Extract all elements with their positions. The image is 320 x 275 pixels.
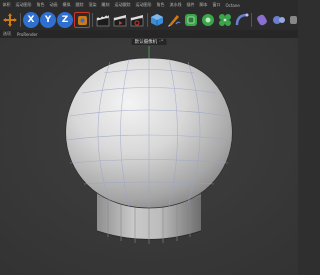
menu-item[interactable]: 运动跟踪 bbox=[112, 2, 133, 8]
z-axis-label: Z bbox=[61, 15, 69, 25]
viewport-menu-options[interactable]: 选项 bbox=[0, 31, 14, 37]
menu-item[interactable]: 角色 bbox=[34, 2, 47, 8]
menu-item[interactable]: 体积 bbox=[0, 2, 13, 8]
main-toolbar: X Y Z bbox=[0, 10, 298, 31]
viewport-canvas bbox=[0, 38, 298, 275]
menu-item[interactable]: 脚本 bbox=[197, 2, 210, 8]
render-picture-viewer-icon[interactable] bbox=[112, 12, 128, 28]
scene-icon[interactable] bbox=[254, 12, 270, 28]
camera-icon[interactable] bbox=[271, 12, 287, 28]
toolbar-separator bbox=[147, 13, 148, 27]
mograph-icon[interactable] bbox=[217, 12, 233, 28]
menu-item[interactable]: 运动图形 bbox=[133, 2, 154, 8]
menu-item[interactable]: 角色 bbox=[154, 2, 167, 8]
x-axis-icon[interactable]: X bbox=[23, 12, 39, 28]
y-axis-label: Y bbox=[44, 15, 52, 25]
move-icon[interactable] bbox=[2, 12, 18, 28]
menu-item[interactable]: 动画 bbox=[47, 2, 60, 8]
x-axis-label: X bbox=[27, 15, 35, 25]
menu-item[interactable]: 渲染 bbox=[86, 2, 99, 8]
menu-item[interactable]: 插件 bbox=[184, 2, 197, 8]
menu-item[interactable]: 模拟 bbox=[60, 2, 73, 8]
viewport-menu-prorender[interactable]: ProRender bbox=[14, 32, 41, 37]
menu-item[interactable]: 运动图形 bbox=[13, 2, 34, 8]
coordinate-system-icon[interactable] bbox=[74, 12, 90, 28]
subdivision-icon[interactable] bbox=[183, 12, 199, 28]
menu-item[interactable]: 窗口 bbox=[210, 2, 223, 8]
z-axis-icon[interactable]: Z bbox=[57, 12, 73, 28]
render-settings-icon[interactable] bbox=[129, 12, 145, 28]
menu-item[interactable]: 流水线 bbox=[167, 2, 184, 8]
menu-bar: 体积 运动图形 角色 动画 模拟 跟踪 渲染 雕刻 运动跟踪 运动图形 角色 流… bbox=[0, 0, 298, 10]
toolbar-separator bbox=[20, 13, 21, 27]
3d-viewport[interactable]: 默认摄像机 ◦° bbox=[0, 38, 298, 275]
menu-item[interactable]: 雕刻 bbox=[99, 2, 112, 8]
viewport-menu-bar: 选项 ProRender bbox=[0, 30, 298, 38]
deformer-icon[interactable] bbox=[234, 12, 250, 28]
toolbar-separator bbox=[251, 13, 252, 27]
toolbar-separator bbox=[92, 13, 93, 27]
menu-item-octane[interactable]: Octane bbox=[223, 3, 242, 8]
pen-icon[interactable] bbox=[166, 12, 182, 28]
menu-item[interactable]: 跟踪 bbox=[73, 2, 86, 8]
generator-icon[interactable] bbox=[200, 12, 216, 28]
y-axis-icon[interactable]: Y bbox=[40, 12, 56, 28]
camera-label[interactable]: 默认摄像机 ◦° bbox=[131, 39, 167, 45]
light-icon[interactable] bbox=[288, 12, 298, 28]
clapper-icon[interactable] bbox=[95, 12, 111, 28]
cube-icon[interactable] bbox=[149, 12, 165, 28]
